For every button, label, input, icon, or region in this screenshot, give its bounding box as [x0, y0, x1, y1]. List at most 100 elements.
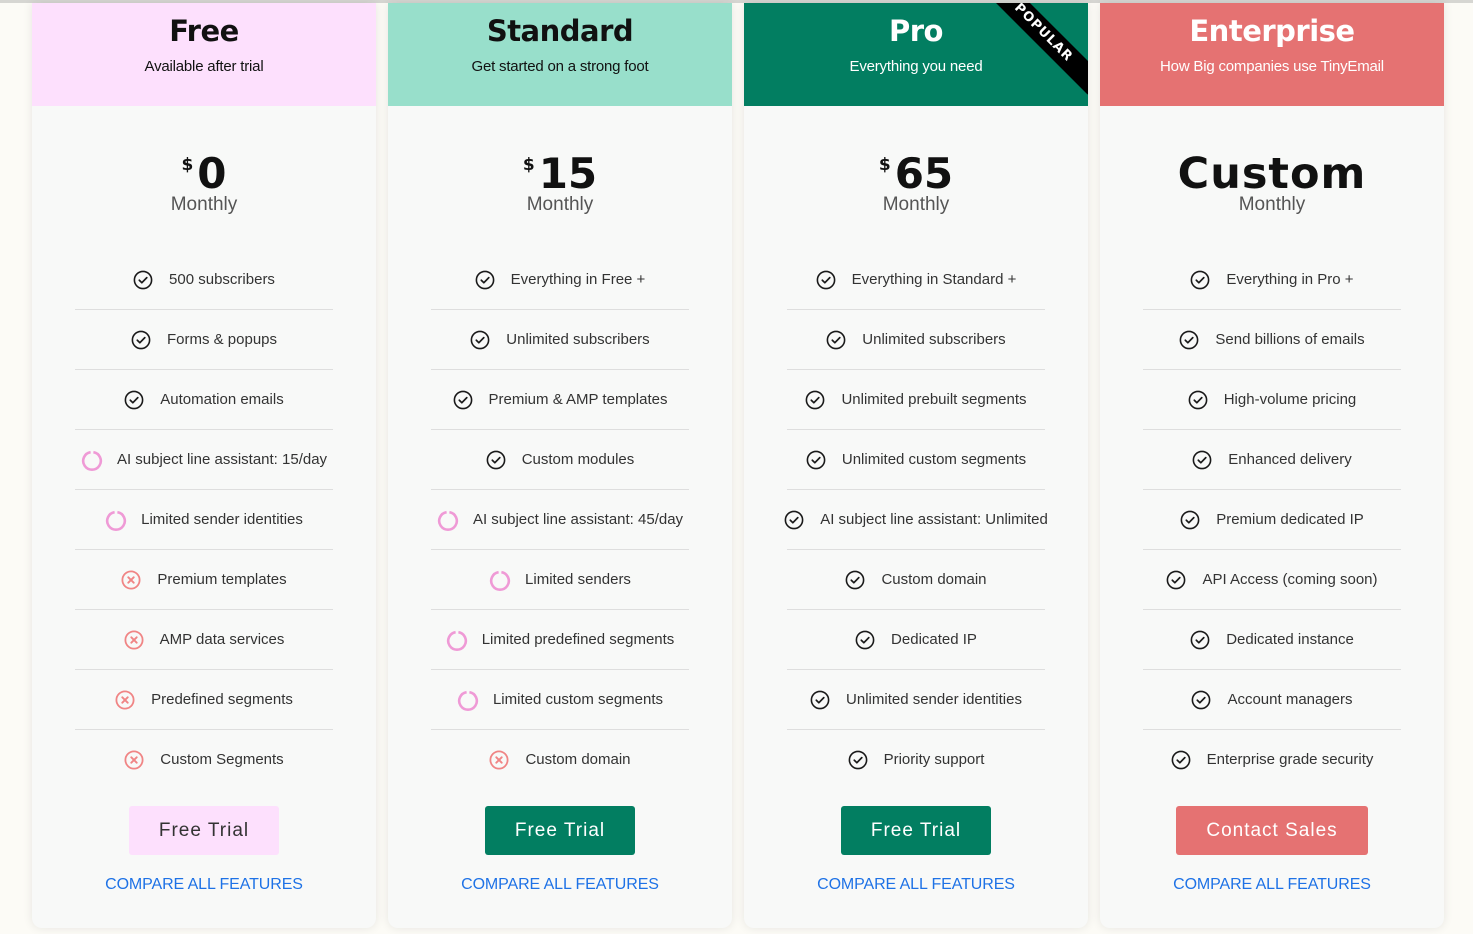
feature-label: Limited senders: [525, 571, 631, 588]
feature-item: AMP data services: [75, 610, 333, 670]
x-circle-icon: [115, 689, 135, 710]
feature-item: Unlimited sender identities: [787, 670, 1045, 730]
feature-item: Limited predefined segments: [431, 610, 689, 670]
free-trial-button[interactable]: Free Trial: [484, 806, 636, 855]
billing-period: Monthly: [882, 194, 950, 215]
check-circle-icon: [131, 330, 151, 350]
partial-ring-icon: [437, 510, 459, 531]
check-circle-icon: [784, 510, 804, 530]
feature-item: Everything in Pro +: [1143, 250, 1401, 310]
feature-item: Forms & popups: [75, 310, 333, 370]
partial-ring-icon: [489, 570, 511, 591]
plan-card-standard: Standard Get started on a strong foot $ …: [388, 3, 732, 928]
feature-label: Automation emails: [160, 391, 284, 408]
contact-sales-button[interactable]: Contact Sales: [1176, 806, 1368, 855]
plan-header: Pro Everything you need POPULAR: [744, 3, 1088, 106]
plan-card-pro: Pro Everything you need POPULAR $ 65 Mon…: [744, 3, 1088, 928]
compare-all-features-link[interactable]: COMPARE ALL FEATURES: [1173, 876, 1371, 894]
feature-label: Forms & popups: [166, 331, 278, 348]
check-circle-icon: [124, 390, 144, 410]
plan-name: Enterprise: [1189, 14, 1355, 48]
feature-label: Custom modules: [521, 451, 635, 468]
feature-label: Limited sender identities: [141, 511, 303, 528]
feature-label: Everything in Standard +: [851, 271, 1017, 288]
compare-all-features-link[interactable]: COMPARE ALL FEATURES: [461, 876, 659, 894]
feature-item: AI subject line assistant: Unlimited: [784, 490, 1048, 550]
check-circle-icon: [133, 270, 153, 290]
feature-item: Unlimited prebuilt segments: [787, 370, 1045, 430]
feature-list: Everything in Pro + Send billions of emai…: [1143, 250, 1401, 789]
price-amount: Custom: [1177, 149, 1367, 199]
feature-label: Premium templates: [157, 571, 287, 588]
feature-item: Unlimited subscribers: [431, 310, 689, 370]
check-circle-icon: [453, 390, 473, 410]
feature-label: Premium dedicated IP: [1216, 511, 1364, 528]
feature-item: Priority support: [787, 730, 1045, 789]
plan-price: Custom: [1177, 149, 1367, 199]
feature-item: Premium dedicated IP: [1143, 490, 1401, 550]
feature-label: Everything in Pro +: [1226, 271, 1354, 288]
plan-tagline: How Big companies use TinyEmail: [1160, 58, 1384, 75]
feature-label: Predefined segments: [151, 691, 293, 708]
plan-header: Enterprise How Big companies use TinyEma…: [1100, 3, 1444, 106]
feature-label: Send billions of emails: [1215, 331, 1365, 348]
check-circle-icon: [845, 570, 865, 590]
plan-price: $ 65: [879, 149, 954, 198]
x-circle-icon: [121, 569, 141, 590]
feature-label: Unlimited custom segments: [841, 451, 1027, 468]
partial-ring-icon: [446, 630, 467, 651]
feature-item: Send billions of emails: [1143, 310, 1401, 370]
feature-item: Everything in Free +: [431, 250, 689, 310]
check-circle-icon: [1192, 450, 1212, 470]
feature-label: Enhanced delivery: [1228, 451, 1352, 468]
billing-period: Monthly: [1238, 194, 1306, 215]
plan-tagline: Get started on a strong foot: [471, 58, 649, 75]
feature-label: Limited predefined segments: [481, 631, 675, 648]
billing-period: Monthly: [526, 194, 594, 215]
feature-label: 500 subscribers: [169, 271, 275, 288]
feature-item: Limited senders: [431, 550, 689, 610]
feature-label: AI subject line assistant: 45/day: [472, 511, 684, 528]
x-circle-icon: [124, 749, 144, 770]
check-circle-icon: [1191, 690, 1211, 710]
feature-item: AI subject line assistant: 15/day: [75, 430, 333, 490]
feature-label: Custom domain: [525, 751, 631, 768]
partial-ring-icon: [457, 690, 479, 711]
compare-all-features-link[interactable]: COMPARE ALL FEATURES: [817, 876, 1015, 894]
price-amount: 0: [197, 149, 227, 198]
check-circle-icon: [816, 270, 836, 290]
currency-symbol: $: [181, 155, 194, 175]
check-circle-icon: [805, 390, 825, 410]
feature-list: Everything in Free + Unlimited subscriber…: [431, 250, 689, 789]
check-circle-icon: [810, 690, 830, 710]
feature-item: Custom modules: [431, 430, 689, 490]
feature-item: High-volume pricing: [1143, 370, 1401, 430]
partial-ring-icon: [105, 510, 127, 531]
check-circle-icon: [1171, 750, 1191, 770]
free-trial-button[interactable]: Free Trial: [840, 806, 992, 855]
x-circle-icon: [124, 629, 144, 650]
feature-item: 500 subscribers: [75, 250, 333, 310]
check-circle-icon: [470, 330, 490, 350]
check-circle-icon: [1166, 570, 1186, 590]
feature-item: Enterprise grade security: [1143, 730, 1401, 789]
feature-label: High-volume pricing: [1223, 391, 1357, 408]
feature-label: AI subject line assistant: 15/day: [116, 451, 328, 468]
check-circle-icon: [475, 270, 495, 290]
check-circle-icon: [826, 330, 846, 350]
check-circle-icon: [1188, 390, 1208, 410]
plan-tagline: Available after trial: [144, 58, 264, 75]
feature-label: Unlimited sender identities: [846, 691, 1022, 708]
feature-label: AI subject line assistant: Unlimited: [820, 511, 1048, 528]
compare-all-features-link[interactable]: COMPARE ALL FEATURES: [105, 876, 303, 894]
free-trial-button[interactable]: Free Trial: [128, 806, 280, 855]
feature-label: API Access (coming soon): [1202, 571, 1378, 588]
feature-item: Automation emails: [75, 370, 333, 430]
feature-item: Unlimited subscribers: [787, 310, 1045, 370]
feature-item: Predefined segments: [75, 670, 333, 730]
feature-label: Unlimited prebuilt segments: [841, 391, 1027, 408]
plan-header: Free Available after trial: [32, 3, 376, 106]
feature-item: Everything in Standard +: [787, 250, 1045, 310]
price-amount: 65: [894, 149, 954, 198]
feature-item: Custom domain: [431, 730, 689, 789]
